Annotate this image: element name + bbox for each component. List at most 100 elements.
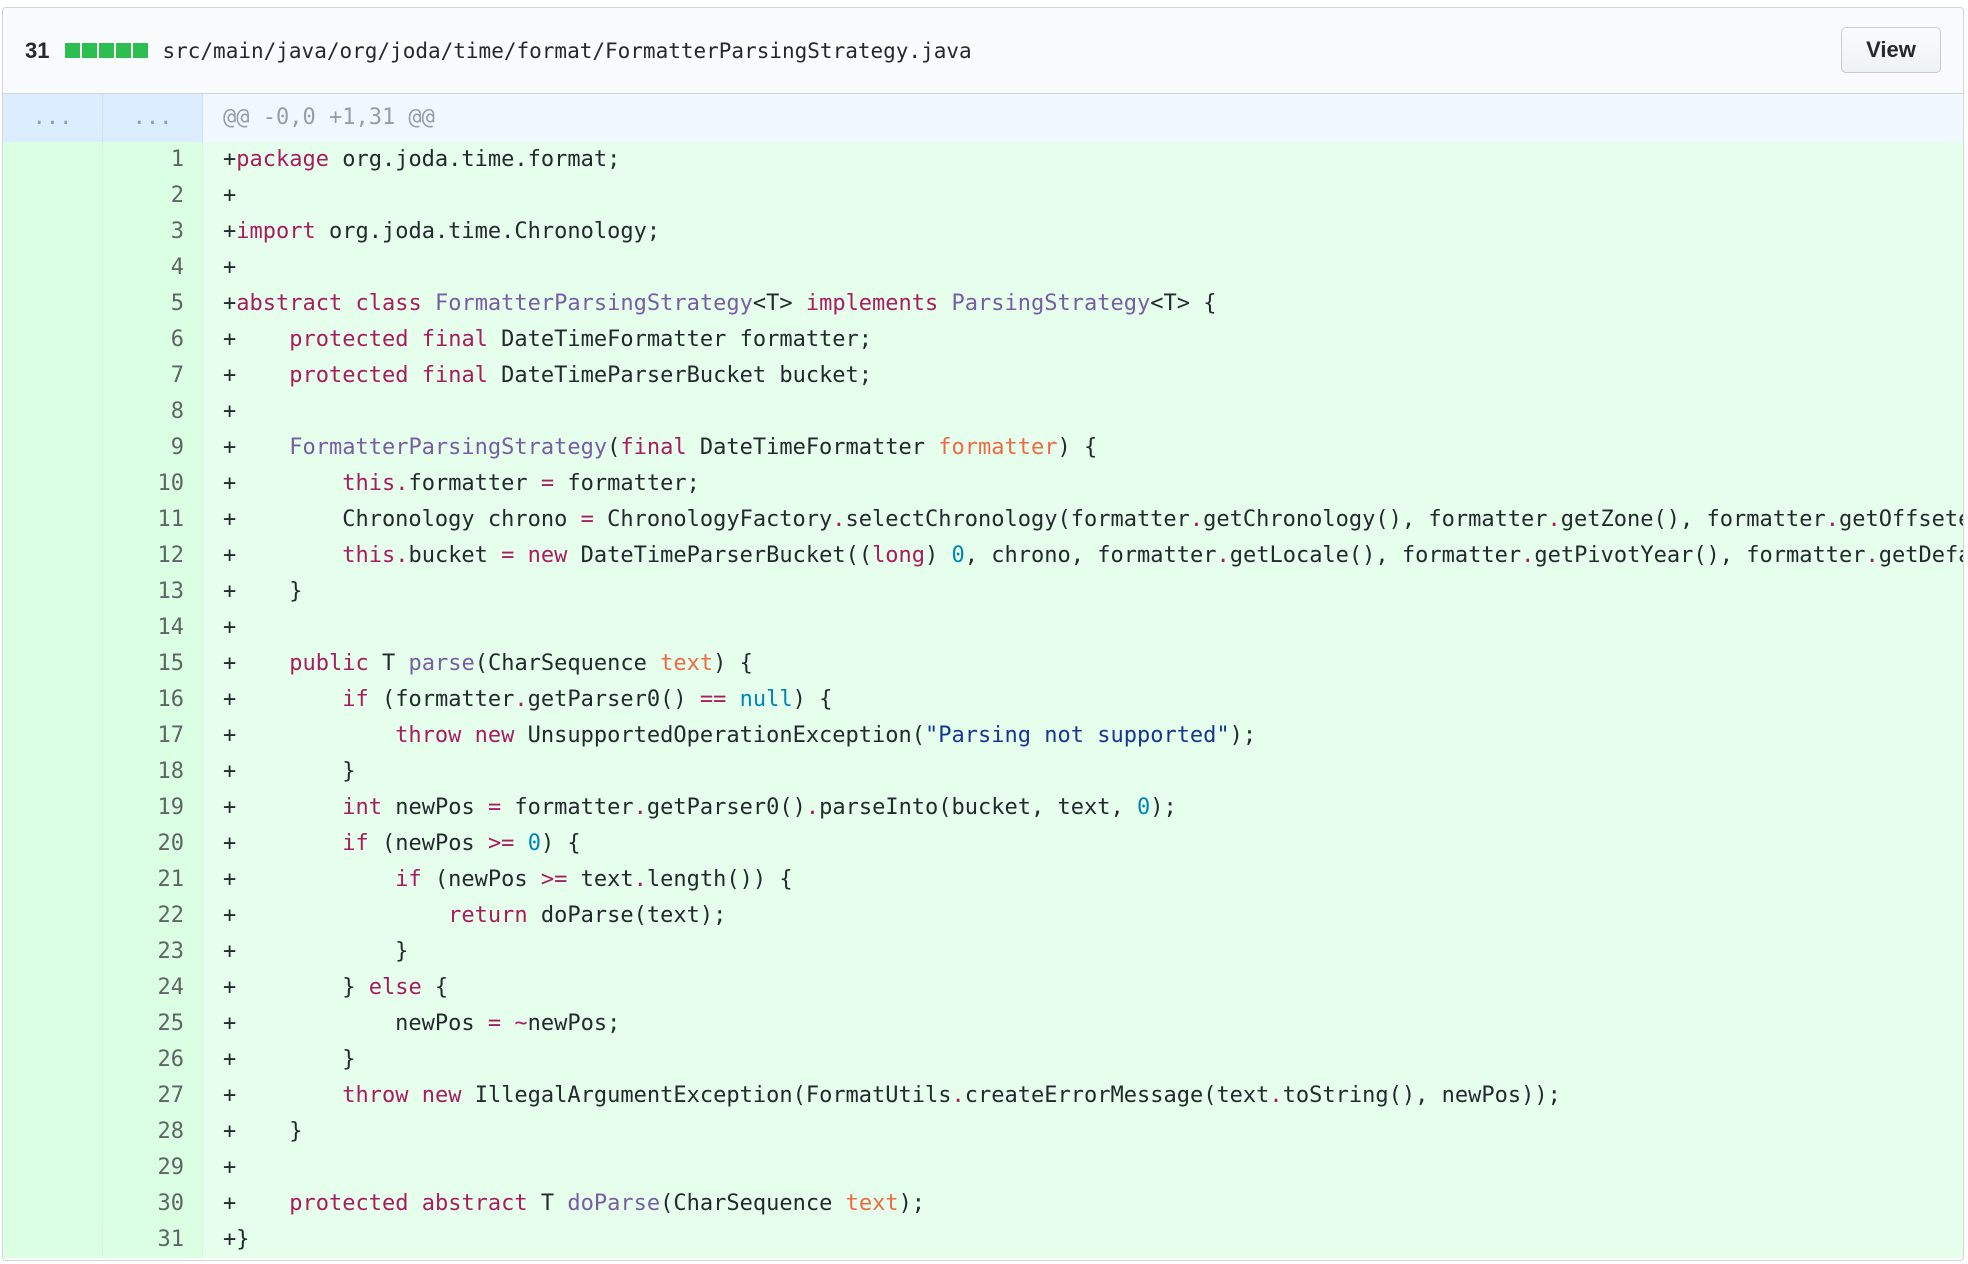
old-line-number: [3, 682, 103, 718]
code-token: .: [1825, 507, 1839, 532]
new-line-number[interactable]: 22: [103, 898, 203, 934]
code-token: .: [1269, 1083, 1283, 1108]
code-token: <T> {: [1150, 291, 1217, 316]
code-token: FormatterParsingStrategy: [434, 291, 753, 316]
code-token: >=: [487, 831, 515, 856]
diff-line-row: 24 + } else {: [3, 970, 1963, 1006]
code-token: newPos: [381, 795, 488, 820]
new-line-number[interactable]: 17: [103, 718, 203, 754]
code-token: formatter: [938, 435, 1058, 460]
diff-line-row: 13 + }: [3, 574, 1963, 610]
code-line: + throw new IllegalArgumentException(For…: [203, 1078, 1963, 1114]
code-token: =: [501, 543, 515, 568]
new-line-number[interactable]: 18: [103, 754, 203, 790]
new-line-number[interactable]: 12: [103, 538, 203, 574]
code-token: formatter: [408, 471, 541, 496]
file-path[interactable]: src/main/java/org/joda/time/format/Forma…: [162, 39, 971, 63]
view-file-button[interactable]: View: [1841, 27, 1941, 73]
new-line-number[interactable]: 30: [103, 1186, 203, 1222]
new-line-number[interactable]: 10: [103, 466, 203, 502]
new-line-number[interactable]: 14: [103, 610, 203, 646]
code-token: class: [355, 291, 422, 316]
code-line: +: [203, 250, 1963, 286]
new-line-number[interactable]: 29: [103, 1150, 203, 1186]
code-token: );: [1150, 795, 1177, 820]
code-token: +: [223, 147, 237, 172]
code-line: +: [203, 1150, 1963, 1186]
expand-up-new[interactable]: ...: [103, 94, 203, 142]
code-token: text: [660, 651, 714, 676]
code-token: text: [567, 867, 634, 892]
old-line-number: [3, 646, 103, 682]
diff-line-row: 26 + }: [3, 1042, 1963, 1078]
old-line-number: [3, 322, 103, 358]
file-header: 31 src/main/java/org/joda/time/format/Fo…: [3, 8, 1963, 94]
new-line-number[interactable]: 3: [103, 214, 203, 250]
code-line: + public T parse(CharSequence text) {: [203, 646, 1963, 682]
code-token: throw: [395, 723, 462, 748]
code-token: T: [368, 651, 409, 676]
code-token: +: [223, 1083, 343, 1108]
code-token: new: [474, 723, 515, 748]
old-line-number: [3, 286, 103, 322]
code-token: T: [527, 1191, 568, 1216]
new-line-number[interactable]: 1: [103, 142, 203, 178]
code-line: + }: [203, 574, 1963, 610]
new-line-number[interactable]: 20: [103, 826, 203, 862]
code-token: final: [421, 363, 488, 388]
new-line-number[interactable]: 11: [103, 502, 203, 538]
code-token: abstract: [236, 291, 343, 316]
code-token: else: [368, 975, 422, 1000]
code-token: protected: [289, 1191, 409, 1216]
new-line-number[interactable]: 25: [103, 1006, 203, 1042]
code-line: + protected final DateTimeFormatter form…: [203, 322, 1963, 358]
diff-line-row: 20 + if (newPos >= 0) {: [3, 826, 1963, 862]
hunk-header-row: ... ... @@ -0,0 +1,31 @@: [3, 94, 1963, 142]
new-line-number[interactable]: 28: [103, 1114, 203, 1150]
new-line-number[interactable]: 26: [103, 1042, 203, 1078]
diff-line-row: 18 + }: [3, 754, 1963, 790]
code-token: <T>: [752, 291, 806, 316]
new-line-number[interactable]: 16: [103, 682, 203, 718]
code-token: );: [898, 1191, 926, 1216]
code-token: + }: [223, 939, 409, 964]
code-token: );: [1229, 723, 1257, 748]
new-line-number[interactable]: 24: [103, 970, 203, 1006]
new-line-number[interactable]: 15: [103, 646, 203, 682]
old-line-number: [3, 754, 103, 790]
old-line-number: [3, 1186, 103, 1222]
new-line-number[interactable]: 5: [103, 286, 203, 322]
diff-line-row: 1 +package org.joda.time.format;: [3, 142, 1963, 178]
old-line-number: [3, 790, 103, 826]
new-line-number[interactable]: 19: [103, 790, 203, 826]
old-line-number: [3, 934, 103, 970]
new-line-number[interactable]: 23: [103, 934, 203, 970]
new-line-number[interactable]: 27: [103, 1078, 203, 1114]
new-line-number[interactable]: 2: [103, 178, 203, 214]
code-token: getDefaultYear());: [1878, 543, 1963, 568]
code-token: +: [223, 903, 449, 928]
new-line-number[interactable]: 13: [103, 574, 203, 610]
code-line: + this.bucket = new DateTimeParserBucket…: [203, 538, 1963, 574]
new-line-number[interactable]: 21: [103, 862, 203, 898]
new-line-number[interactable]: 9: [103, 430, 203, 466]
diff-line-row: 27 + throw new IllegalArgumentException(F…: [3, 1078, 1963, 1114]
diff-table: ... ... @@ -0,0 +1,31 @@ 1 +package org.j…: [3, 94, 1963, 1258]
code-token: .: [1865, 543, 1879, 568]
code-token: + newPos: [223, 1011, 488, 1036]
code-token: +: [223, 435, 290, 460]
diffstat-block: [82, 43, 98, 58]
new-line-number[interactable]: 6: [103, 322, 203, 358]
code-token: +: [223, 543, 343, 568]
new-line-number[interactable]: 8: [103, 394, 203, 430]
code-token: selectChronology(formatter: [845, 507, 1190, 532]
code-token: , chrono, formatter: [964, 543, 1217, 568]
new-line-number[interactable]: 4: [103, 250, 203, 286]
new-line-number[interactable]: 7: [103, 358, 203, 394]
new-line-number[interactable]: 31: [103, 1222, 203, 1258]
code-token: .: [1521, 543, 1535, 568]
code-line: +package org.joda.time.format;: [203, 142, 1963, 178]
expand-up-old[interactable]: ...: [3, 94, 103, 142]
